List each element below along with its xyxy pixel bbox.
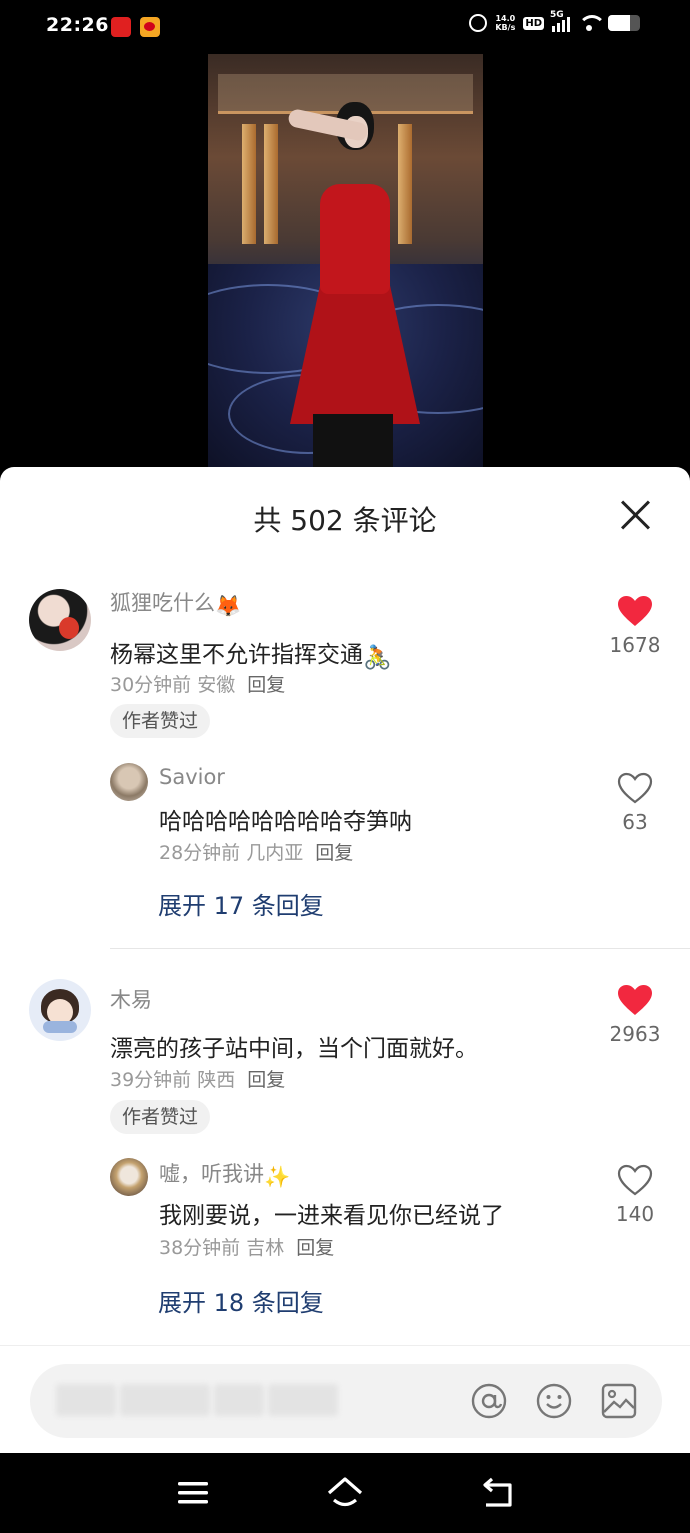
comment-input[interactable] [58, 1364, 458, 1438]
comment-username[interactable]: 狐狸吃什么🦊 [110, 587, 241, 619]
reply-button[interactable]: 回复 [296, 1237, 334, 1259]
expand-replies-button[interactable]: 展开 17 条回复 [158, 886, 324, 921]
reply-button[interactable]: 回复 [247, 1069, 285, 1091]
reply-button[interactable]: 回复 [247, 674, 285, 696]
reply-button[interactable]: 回复 [315, 842, 353, 864]
heart-filled-icon [618, 985, 652, 1015]
comments-count-title: 共 502 条评论 [253, 504, 437, 537]
comment-time: 39分钟前 [110, 1069, 192, 1091]
close-icon[interactable] [620, 499, 652, 531]
comment-input-bar [0, 1345, 690, 1453]
comment-text: 杨幂这里不允许指挥交通🚴 [110, 635, 392, 671]
video-frame[interactable] [208, 54, 483, 467]
signal-icon: 5G [550, 10, 570, 32]
video-player[interactable] [0, 54, 690, 467]
like-button[interactable]: 140 [605, 1164, 665, 1226]
comment-meta: 30分钟前 安徽 回复 [110, 670, 285, 697]
system-nav-bar [0, 1453, 690, 1533]
reply-text: 哈哈哈哈哈哈哈哈夺笋呐 [159, 809, 412, 835]
like-button[interactable]: 1678 [605, 595, 665, 657]
reply-text: 我刚要说，一进来看见你已经说了 [159, 1203, 504, 1229]
comment-meta: 39分钟前 陕西 回复 [110, 1065, 285, 1092]
status-bar: 22:26 14.0 KB/s HD 5G [0, 0, 690, 54]
wifi-icon [578, 15, 606, 31]
hd-badge: HD [523, 16, 544, 30]
avatar[interactable] [110, 1158, 148, 1196]
reply-time: 38分钟前 [159, 1237, 241, 1259]
divider [110, 948, 690, 949]
like-button[interactable]: 2963 [605, 984, 665, 1046]
comment-body: 杨幂这里不允许指挥交通 [110, 642, 363, 668]
dancer-figure [278, 94, 428, 467]
network-speed-unit: KB/s [495, 23, 516, 32]
back-icon[interactable] [478, 1473, 518, 1513]
fox-emoji: 🦊 [215, 594, 242, 618]
comment-input-container[interactable] [30, 1364, 662, 1438]
author-liked-badge: 作者赞过 [110, 1100, 211, 1134]
reply-meta: 38分钟前 吉林 回复 [159, 1233, 334, 1260]
at-icon[interactable] [470, 1382, 508, 1420]
news-app-icon [111, 17, 131, 37]
like-count: 1678 [609, 633, 661, 657]
sparkles-emoji: ✨ [264, 1165, 291, 1189]
comment-location: 陕西 [197, 1069, 236, 1091]
avatar[interactable] [29, 589, 91, 651]
username-text: 嘘，听我讲 [159, 1162, 264, 1186]
author-liked-badge: 作者赞过 [110, 704, 211, 738]
like-count: 2963 [609, 1022, 661, 1046]
username-text: 狐狸吃什么 [110, 591, 215, 615]
emoji-icon[interactable] [535, 1382, 573, 1420]
home-icon[interactable] [325, 1473, 365, 1513]
comment-location: 安徽 [197, 674, 236, 696]
heart-outline-icon [617, 1164, 653, 1196]
battery-icon [608, 15, 640, 31]
weibo-icon [140, 17, 160, 37]
network-speed: 14.0 KB/s [495, 14, 515, 32]
status-time: 22:26 [46, 14, 109, 36]
comments-panel: 共 502 条评论 狐狸吃什么🦊 杨幂这里不允许指挥交通🚴 30分钟前 安徽 回… [0, 467, 690, 1453]
reply-meta: 28分钟前 几内亚 回复 [159, 838, 353, 865]
heart-outline-icon [617, 772, 653, 804]
comment-username[interactable]: 木易 [110, 984, 152, 1014]
reply-username[interactable]: Savior [159, 765, 225, 789]
comment-text: 漂亮的孩子站中间，当个门面就好。 [110, 1036, 478, 1062]
image-icon[interactable] [600, 1382, 638, 1420]
heart-filled-icon [618, 596, 652, 626]
reply-time: 28分钟前 [159, 842, 241, 864]
like-button[interactable]: 63 [605, 772, 665, 834]
comment-time: 30分钟前 [110, 674, 192, 696]
like-count: 140 [615, 1202, 655, 1226]
avatar[interactable] [110, 763, 148, 801]
network-type: 5G [550, 10, 564, 20]
status-indicators: 14.0 KB/s HD 5G [469, 10, 640, 32]
reply-location: 几内亚 [246, 842, 304, 864]
network-speed-value: 14.0 [495, 14, 516, 23]
avatar[interactable] [29, 979, 91, 1041]
cyclist-emoji: 🚴 [363, 645, 392, 671]
expand-replies-button[interactable]: 展开 18 条回复 [158, 1283, 324, 1318]
menu-icon[interactable] [173, 1473, 213, 1513]
alarm-icon [469, 14, 488, 32]
reply-location: 吉林 [246, 1237, 285, 1259]
like-count: 63 [622, 810, 648, 834]
reply-username[interactable]: 嘘，听我讲✨ [159, 1158, 290, 1190]
